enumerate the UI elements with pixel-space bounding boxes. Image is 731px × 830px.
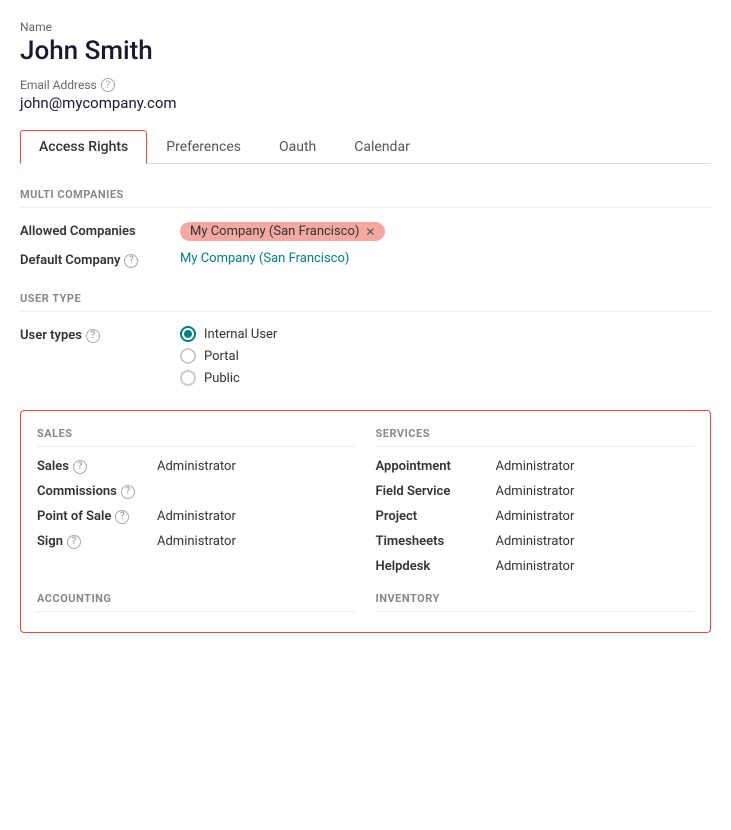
services-project-row: Project Administrator [376,509,695,524]
tab-calendar[interactable]: Calendar [335,130,429,164]
sales-sales-value: Administrator [157,459,236,474]
name-value: John Smith [20,36,711,66]
sales-sign-row: Sign ? Administrator [37,534,356,549]
allowed-companies-row: Allowed Companies My Company (San Franci… [20,222,711,241]
email-address-label: Email Address [20,78,97,92]
tab-oauth[interactable]: Oauth [260,130,335,164]
default-company-row: Default Company ? My Company (San Franci… [20,251,711,268]
services-project-value: Administrator [496,509,575,524]
tab-preferences[interactable]: Preferences [147,130,260,164]
default-company-label: Default Company ? [20,251,180,268]
allowed-companies-value: My Company (San Francisco) ✕ [180,222,711,241]
sales-sign-label: Sign ? [37,534,157,549]
sales-pos-row: Point of Sale ? Administrator [37,509,356,524]
sales-title: SALES [37,427,356,447]
accounting-title: ACCOUNTING [37,592,356,612]
user-types-label: User types ? [20,326,180,343]
radio-public-label: Public [204,371,240,386]
sales-sales-help[interactable]: ? [73,460,87,474]
sales-sign-help[interactable]: ? [67,535,81,549]
sales-commissions-label: Commissions ? [37,484,157,499]
company-tag-close[interactable]: ✕ [365,225,375,239]
sales-sales-row: Sales ? Administrator [37,459,356,474]
radio-public[interactable]: Public [180,370,711,386]
radio-internal-label: Internal User [204,327,277,342]
services-helpdesk-row: Helpdesk Administrator [376,559,695,574]
services-field-service-label: Field Service [376,484,496,499]
user-types-options: Internal User Portal Public [180,326,711,386]
sales-sales-label: Sales ? [37,459,157,474]
user-type-section: USER TYPE User types ? Internal User Por… [20,292,711,386]
services-title: SERVICES [376,427,695,447]
sales-section: SALES Sales ? Administrator Commissions … [37,427,356,584]
default-company-value: My Company (San Francisco) [180,251,711,266]
sales-pos-label: Point of Sale ? [37,509,157,524]
inventory-title: INVENTORY [376,592,695,612]
user-types-help-icon[interactable]: ? [86,329,100,343]
services-timesheets-value: Administrator [496,534,575,549]
services-project-label: Project [376,509,496,524]
radio-public-circle [180,370,196,386]
sales-sign-value: Administrator [157,534,236,549]
tab-bar: Access Rights Preferences Oauth Calendar [20,130,711,164]
company-tag[interactable]: My Company (San Francisco) ✕ [180,222,385,241]
user-types-row: User types ? Internal User Portal Public [20,326,711,386]
services-helpdesk-value: Administrator [496,559,575,574]
radio-portal-label: Portal [204,349,239,364]
permissions-box: SALES Sales ? Administrator Commissions … [20,410,711,633]
services-field-service-row: Field Service Administrator [376,484,695,499]
multi-companies-title: MULTI COMPANIES [20,188,711,208]
sales-commissions-help[interactable]: ? [121,485,135,499]
radio-internal-circle [180,326,196,342]
services-helpdesk-label: Helpdesk [376,559,496,574]
email-value: john@mycompany.com [20,94,711,112]
default-company-help-icon[interactable]: ? [124,254,138,268]
radio-portal-circle [180,348,196,364]
user-type-title: USER TYPE [20,292,711,312]
sales-pos-value: Administrator [157,509,236,524]
services-section: SERVICES Appointment Administrator Field… [376,427,695,584]
sales-commissions-row: Commissions ? [37,484,356,499]
services-timesheets-row: Timesheets Administrator [376,534,695,549]
company-tag-text: My Company (San Francisco) [190,224,359,239]
name-label: Name [20,20,711,34]
services-appointment-label: Appointment [376,459,496,474]
sales-pos-help[interactable]: ? [115,510,129,524]
radio-internal-user[interactable]: Internal User [180,326,711,342]
permissions-grid: SALES Sales ? Administrator Commissions … [37,427,694,584]
services-appointment-row: Appointment Administrator [376,459,695,474]
services-timesheets-label: Timesheets [376,534,496,549]
bottom-sections: ACCOUNTING INVENTORY [37,584,694,616]
email-help-icon[interactable]: ? [101,78,115,92]
services-appointment-value: Administrator [496,459,575,474]
radio-portal[interactable]: Portal [180,348,711,364]
tab-access-rights[interactable]: Access Rights [20,130,147,164]
radio-group: Internal User Portal Public [180,326,711,386]
allowed-companies-label: Allowed Companies [20,222,180,239]
multi-companies-section: MULTI COMPANIES Allowed Companies My Com… [20,188,711,268]
services-field-service-value: Administrator [496,484,575,499]
